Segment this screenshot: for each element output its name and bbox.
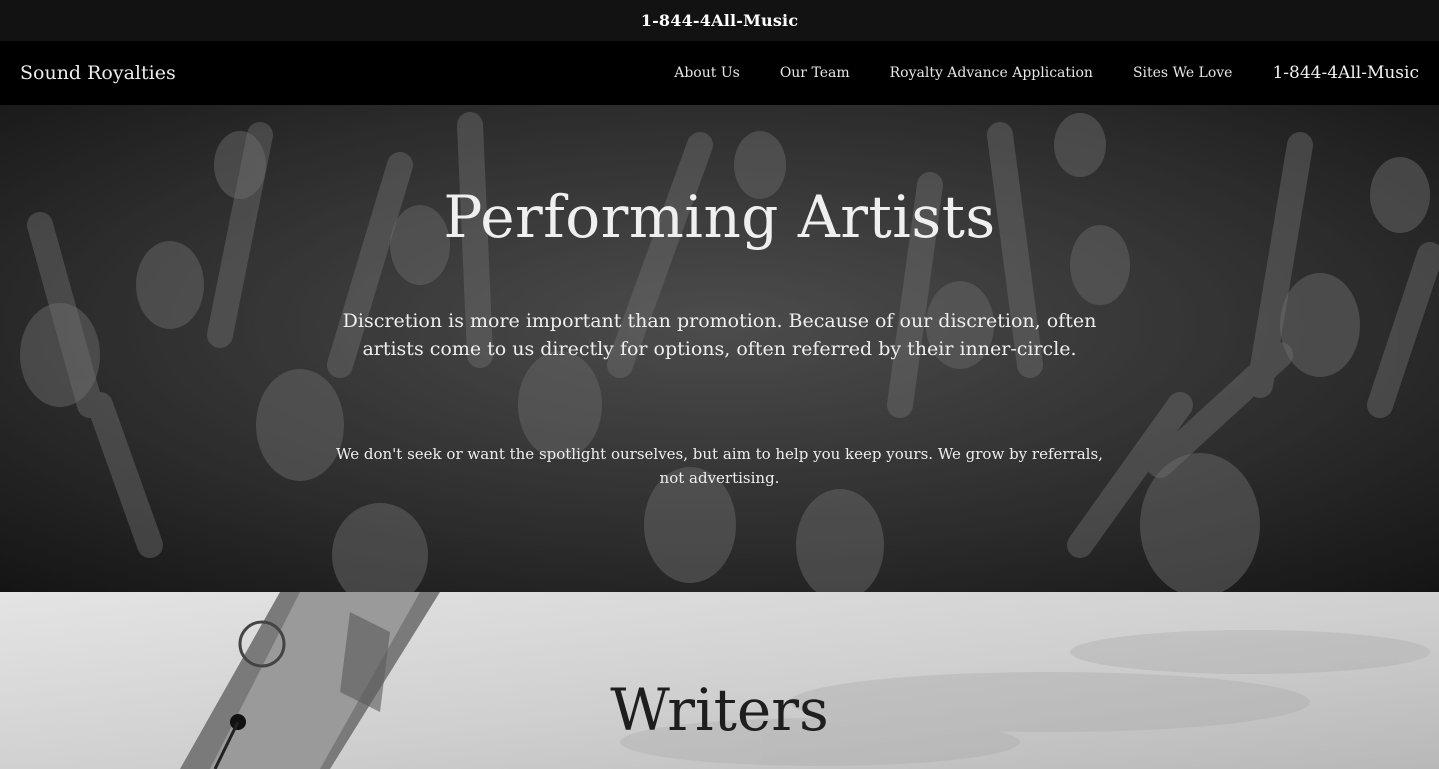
nav-link-about-us[interactable]: About Us <box>674 65 740 81</box>
hero-lead-text: Discretion is more important than promot… <box>342 310 1097 360</box>
brand-logo-link[interactable]: Sound Royalties <box>20 62 176 84</box>
nav-links: About Us Our Team Royalty Advance Applic… <box>634 63 1419 83</box>
hero-title: Performing Artists <box>443 183 996 251</box>
main-navigation: Sound Royalties About Us Our Team Royalt… <box>0 41 1439 105</box>
nav-link-our-team[interactable]: Our Team <box>780 65 850 81</box>
top-phone-link[interactable]: 1-844-4All-Music <box>641 11 799 30</box>
hero-sub-text: We don't seek or want the spotlight ours… <box>336 445 1103 487</box>
nav-link-sites-we-love[interactable]: Sites We Love <box>1133 65 1233 81</box>
nav-phone-link[interactable]: 1-844-4All-Music <box>1272 63 1419 83</box>
writers-section: Writers <box>0 592 1439 769</box>
top-phone-bar: 1-844-4All-Music <box>0 0 1439 41</box>
writers-title: Writers <box>610 676 829 744</box>
nav-link-royalty-advance-application[interactable]: Royalty Advance Application <box>890 65 1093 81</box>
performing-artists-section: Performing Artists Discretion is more im… <box>0 105 1439 592</box>
